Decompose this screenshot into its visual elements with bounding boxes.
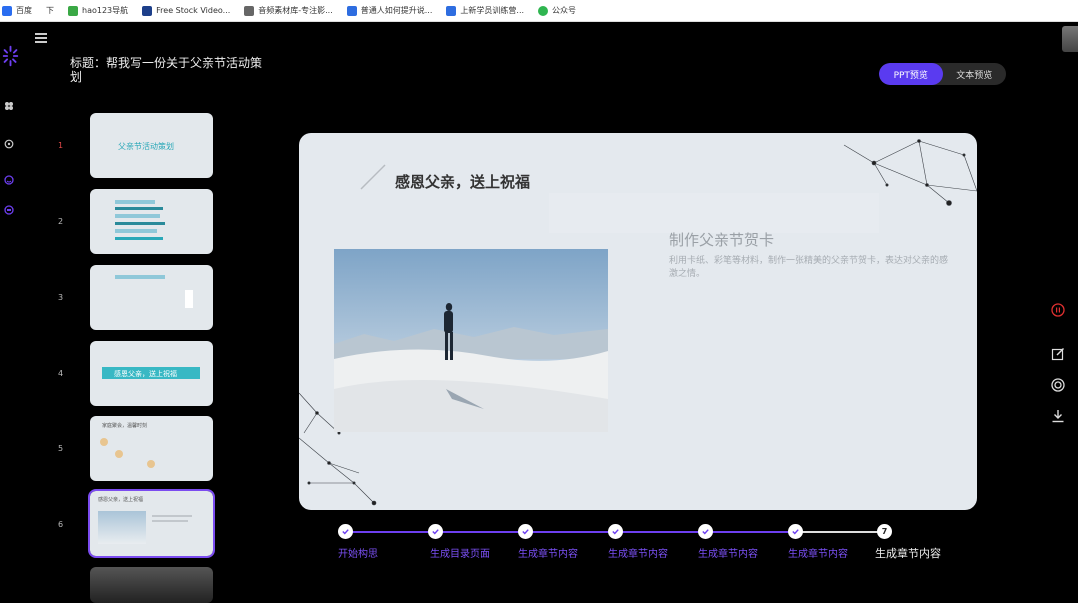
compass-icon[interactable] — [4, 139, 14, 149]
desert-photo — [334, 249, 608, 432]
thumbnail-bar — [115, 214, 160, 218]
slide-thumbnail-5[interactable]: 家庭聚会，温馨时刻 — [90, 416, 213, 481]
step-done-dot — [428, 524, 443, 539]
page-title: 标题：帮我写一份关于父亲节活动策划 — [70, 56, 263, 84]
folder-icon — [244, 5, 255, 16]
check-icon — [432, 529, 439, 535]
thumbnail-bar — [115, 237, 163, 240]
slide-thumbnail-6[interactable]: 感恩父亲，送上祝福 — [88, 489, 215, 558]
slide-thumbnail-4[interactable]: 感恩父亲，送上祝福 — [90, 341, 213, 406]
avatar[interactable] — [1062, 26, 1078, 52]
thumbnail-bar — [115, 275, 165, 279]
page-icon — [346, 5, 357, 16]
ppt-preview-tab[interactable]: PPT预览 — [879, 63, 943, 85]
thumbnail-text-block — [185, 290, 193, 308]
thumbnail-bar — [115, 229, 157, 233]
thumbnail-dot — [100, 438, 108, 446]
step-current-dot: 7 — [877, 524, 892, 539]
bookmark-camp[interactable]: 上新学员训练营... — [446, 5, 524, 16]
step-done-dot — [698, 524, 713, 539]
thumbnail-bar — [115, 207, 163, 210]
slide-subheading: 制作父亲节贺卡 — [669, 231, 775, 249]
thumbnail-dot — [115, 450, 123, 458]
slide-body-text: 利用卡纸、彩笔等材料，制作一张精美的父亲节贺卡，表达对父亲的感激之情。 — [669, 256, 949, 279]
check-icon — [612, 529, 619, 535]
thumbnail-title: 家庭聚会，温馨时刻 — [102, 423, 148, 429]
bookmark-hao123[interactable]: hao123导航 — [68, 5, 128, 16]
robot-icon[interactable] — [4, 205, 14, 215]
bookmark-down[interactable]: 下 — [46, 5, 54, 16]
preview-toggle: PPT预览 文本预览 — [879, 63, 1006, 85]
thumbnail-photo — [98, 511, 146, 544]
bookmarks-bar: 百度 下 hao123导航 Free Stock Video... 音频素材库-… — [0, 0, 1078, 22]
slide-thumbnail-2[interactable] — [90, 189, 213, 254]
slide-number: 5 — [58, 444, 64, 453]
step-label: 生成章节内容 — [608, 549, 668, 560]
smile-icon[interactable] — [4, 175, 14, 185]
slide-thumbnail-1[interactable]: 父亲节活动策划 — [90, 113, 213, 178]
app-logo-icon[interactable] — [2, 45, 19, 67]
bookmark-baidu[interactable]: 百度 — [2, 5, 32, 16]
thumbnail-title: 感恩父亲，送上祝福 — [114, 370, 177, 378]
left-rail — [0, 22, 22, 603]
menu-icon[interactable] — [35, 33, 47, 43]
check-icon — [342, 529, 349, 535]
recycle-icon — [538, 5, 549, 16]
bookmark-audio[interactable]: 音频素材库-专注影... — [244, 5, 333, 16]
baidu-icon — [2, 5, 12, 16]
check-icon — [792, 529, 799, 535]
slide-number: 6 — [58, 520, 64, 529]
step-label: 开始构思 — [338, 549, 378, 560]
edit-icon[interactable] — [1051, 347, 1065, 361]
slide-preview: 感恩父亲，送上祝福 制作父亲节贺卡 利用卡纸、彩笔等材料，制作一张精美的父亲节贺… — [299, 133, 977, 510]
progress-line-remaining — [795, 531, 885, 533]
step-label: 生成章节内容 — [518, 549, 578, 560]
bookmark-wechat[interactable]: 公众号 — [538, 5, 576, 16]
step-label: 生成章节内容 — [698, 549, 758, 560]
slide-thumbnail-3[interactable] — [90, 265, 213, 330]
slide-number: 4 — [58, 369, 64, 378]
thumbnail-bar — [115, 222, 165, 225]
thumbnail-bar — [115, 200, 155, 204]
bookmark-speaking[interactable]: 普通人如何提升说... — [346, 5, 432, 16]
slide-heading: 感恩父亲，送上祝福 — [395, 173, 531, 191]
thumbnail-text-line — [152, 520, 188, 522]
page-icon — [446, 5, 457, 16]
apps-icon[interactable] — [4, 101, 14, 111]
thumbnail-title: 感恩父亲，送上祝福 — [98, 497, 144, 503]
slide-number: 2 — [58, 217, 64, 226]
step-done-dot — [788, 524, 803, 539]
slide-number: 1 — [58, 141, 64, 150]
thumbnail-text-line — [152, 515, 192, 517]
step-label-current: 生成章节内容 — [875, 547, 941, 560]
download-icon[interactable] — [1051, 409, 1065, 423]
v-logo-icon — [142, 5, 153, 16]
step-label: 生成目录页面 — [430, 549, 490, 560]
progress-line — [345, 531, 795, 533]
check-icon — [702, 529, 709, 535]
bookmark-free-stock-video[interactable]: Free Stock Video... — [142, 5, 230, 16]
text-preview-tab[interactable]: 文本预览 — [943, 63, 1007, 85]
step-done-dot — [518, 524, 533, 539]
step-done-dot — [338, 524, 353, 539]
check-icon — [522, 529, 529, 535]
hao123-icon — [68, 5, 78, 16]
lifebuoy-icon[interactable] — [1051, 378, 1065, 392]
pause-icon[interactable] — [1051, 303, 1065, 317]
step-label: 生成章节内容 — [788, 549, 848, 560]
step-done-dot — [608, 524, 623, 539]
thumbnail-dot — [147, 460, 155, 468]
slide-thumbnail-7[interactable] — [90, 567, 213, 603]
thumbnail-title: 父亲节活动策划 — [118, 142, 174, 151]
slide-number: 3 — [58, 293, 64, 302]
